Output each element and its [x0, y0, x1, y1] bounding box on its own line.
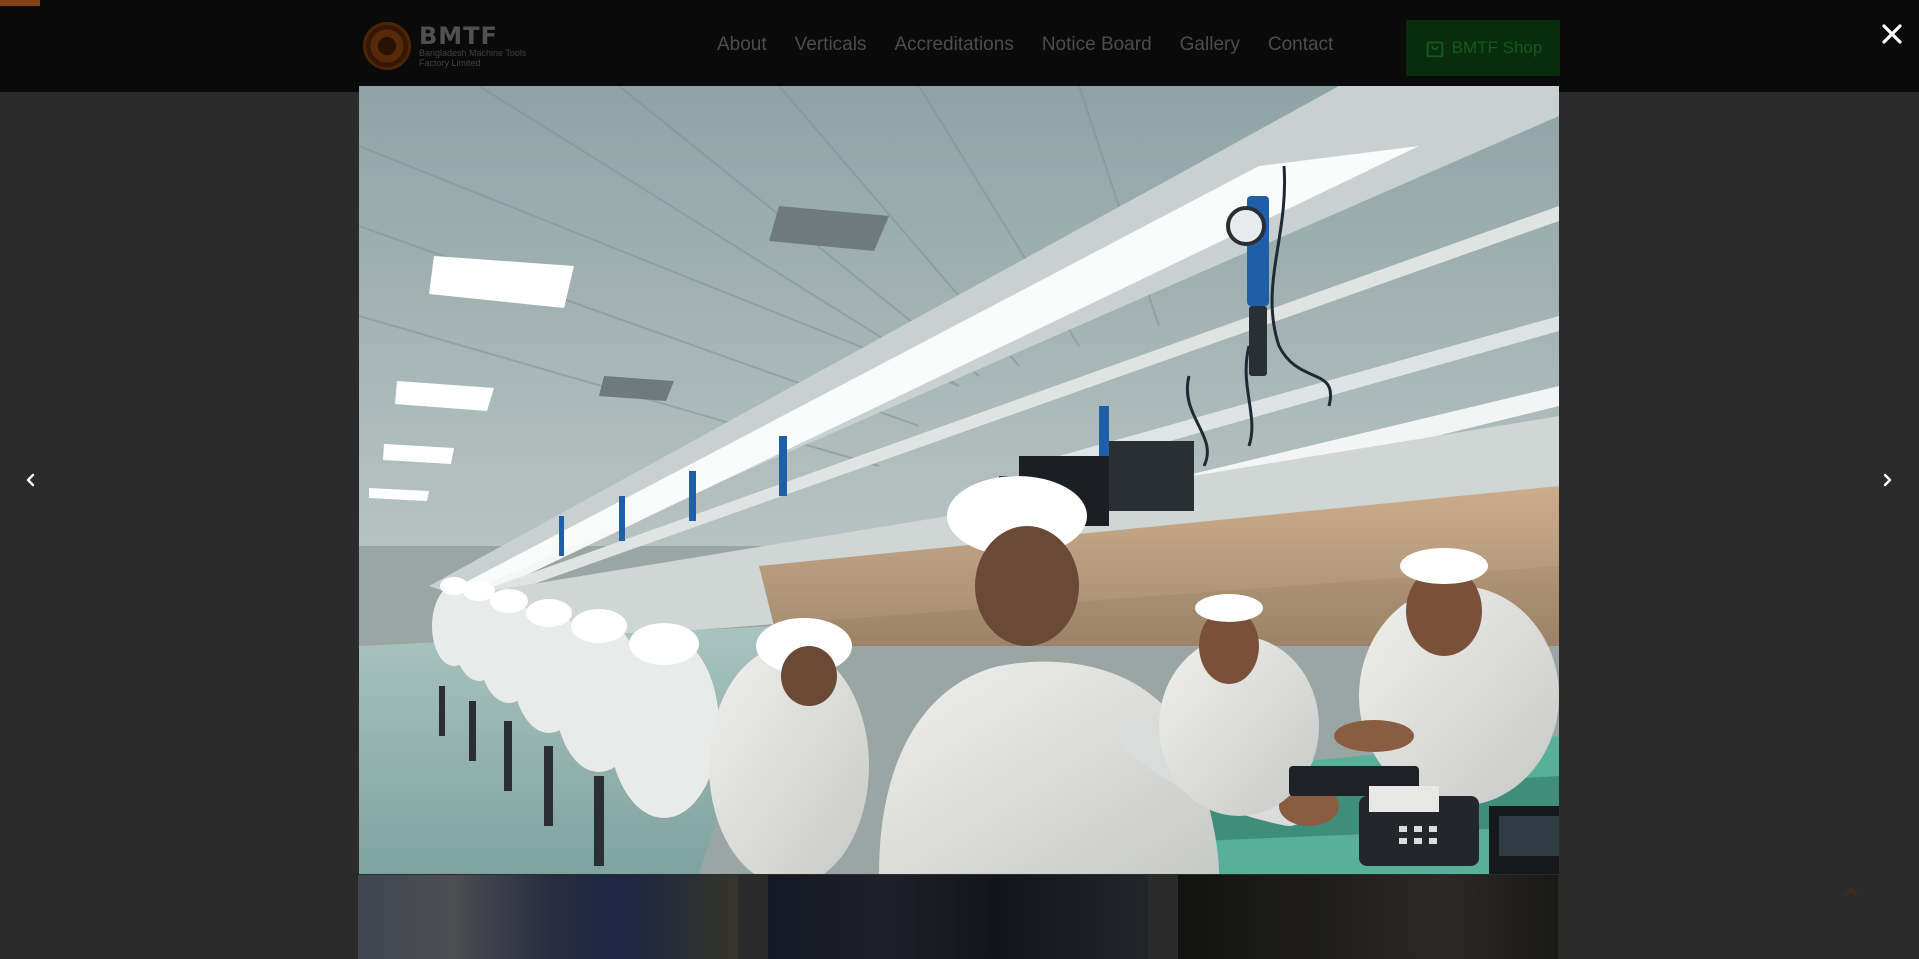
lightbox-prev-button[interactable]	[13, 462, 49, 498]
lightbox-close-button[interactable]	[1874, 16, 1910, 52]
close-icon	[1882, 24, 1902, 44]
chevron-right-icon	[1883, 473, 1892, 487]
lightbox-next-button[interactable]	[1869, 462, 1905, 498]
lightbox-image	[359, 86, 1559, 874]
factory-assembly-line-photo	[359, 86, 1559, 874]
page: BMTF Bangladesh Machine Tools Factory Li…	[0, 0, 1919, 959]
chevron-left-icon	[26, 473, 35, 487]
